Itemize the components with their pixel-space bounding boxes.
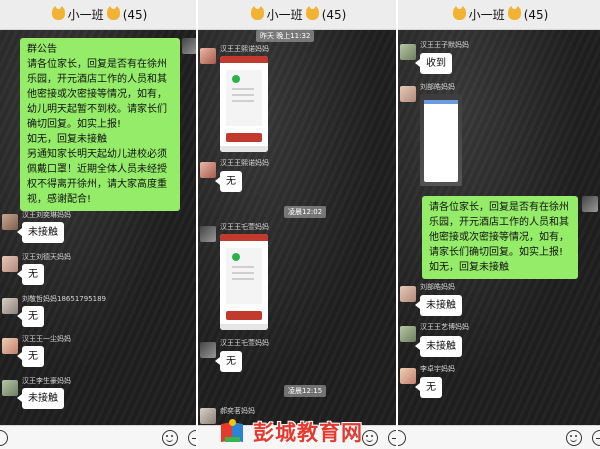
avatar[interactable]	[200, 342, 216, 358]
watermark-text: 彭城教育网	[253, 420, 363, 445]
sender-name: 郝奕茗妈妈	[220, 407, 255, 415]
timestamp: 昨天 晚上11:32	[256, 30, 315, 42]
cat-icon	[305, 6, 319, 20]
sender-name: 刘部皓妈妈	[420, 283, 455, 291]
chat-title-bar: 小一班 (45)	[398, 0, 600, 30]
member-count: (45)	[122, 7, 148, 22]
avatar[interactable]	[2, 338, 18, 354]
emoji-icon[interactable]	[162, 430, 178, 446]
chat-input-bar	[0, 425, 196, 449]
message-bubble[interactable]: 无	[17, 306, 44, 327]
group-title: 小一班	[468, 8, 505, 22]
image-message[interactable]	[420, 94, 462, 186]
avatar[interactable]	[200, 226, 216, 242]
sender-name: 刘部皓妈妈	[420, 83, 455, 91]
group-title: 小一班	[67, 8, 104, 22]
chat-panel-2: 小一班 (45) 昨天 晚上11:32 汉王王熙诺妈妈 汉王王熙诺妈妈 无 凌晨…	[198, 0, 396, 449]
avatar[interactable]	[400, 44, 416, 60]
avatar[interactable]	[200, 48, 216, 64]
chat-panel-1: 小一班 (45) 群公告 请各位家长，回复是否有在徐州乐园，开元酒店工作的人员和…	[0, 0, 196, 449]
cat-icon	[507, 6, 521, 20]
avatar[interactable]	[582, 196, 598, 212]
avatar[interactable]	[2, 380, 18, 396]
sender-name: 汉王王熙诺妈妈	[220, 45, 269, 53]
avatar[interactable]	[200, 408, 216, 424]
cat-icon	[106, 6, 120, 20]
chat-title-bar: 小一班 (45)	[0, 0, 196, 30]
message-bubble[interactable]: 无	[17, 264, 44, 285]
sender-name: 汉王王乇萱妈妈	[220, 339, 269, 347]
sender-name: 刘敬哲妈妈18651795189	[22, 295, 106, 303]
message-bubble[interactable]: 未接触	[415, 336, 462, 357]
message-bubble[interactable]: 无	[17, 346, 44, 367]
plus-icon[interactable]	[188, 430, 196, 446]
avatar[interactable]	[400, 286, 416, 302]
sender-name: 汉王刘德天妈妈	[22, 253, 71, 261]
message-bubble[interactable]: 未接触	[17, 388, 64, 409]
plus-icon[interactable]	[592, 430, 600, 446]
member-count: (45)	[523, 7, 549, 22]
sender-name: 汉王王熙诺妈妈	[220, 159, 269, 167]
sender-name: 汉王王乇萱妈妈	[220, 223, 269, 231]
message-bubble[interactable]: 无	[215, 171, 242, 192]
message-bubble[interactable]: 收到	[415, 53, 452, 74]
sender-name: 汉王李生豪妈妈	[22, 377, 71, 385]
emoji-icon[interactable]	[566, 430, 582, 446]
avatar[interactable]	[400, 326, 416, 342]
cat-icon	[452, 6, 466, 20]
quoted-announcement-bubble[interactable]: 请各位家长，回复是否有在徐州乐园，开元酒店工作的人员和其他密接或次密接等情况，如…	[422, 196, 578, 279]
sender-name: 汉王王一尘妈妈	[22, 335, 71, 343]
chat-panel-3: 小一班 (45) 汉王王子默妈妈 收到 刘部皓妈妈 请各位家长，回复是否有在徐州…	[398, 0, 600, 449]
sender-name: 李卓宇妈妈	[420, 365, 455, 373]
watermark-logo: 彭城教育网	[218, 418, 363, 446]
image-message[interactable]	[220, 56, 268, 152]
image-message[interactable]	[220, 234, 268, 330]
message-bubble[interactable]: 无	[415, 377, 442, 398]
chat-input-bar	[398, 425, 600, 449]
voice-icon[interactable]	[0, 430, 8, 446]
avatar[interactable]	[400, 86, 416, 102]
sender-name: 汉王王子默妈妈	[420, 41, 469, 49]
timestamp: 凌晨12:02	[284, 206, 327, 218]
cat-icon	[51, 6, 65, 20]
sender-name: 汉王王艺博妈妈	[420, 323, 469, 331]
plus-icon[interactable]	[388, 430, 396, 446]
group-title: 小一班	[266, 8, 303, 22]
avatar[interactable]	[2, 256, 18, 272]
avatar[interactable]	[2, 298, 18, 314]
timestamp: 凌晨12:15	[284, 385, 327, 397]
chat-title-bar: 小一班 (45)	[198, 0, 396, 30]
avatar[interactable]	[400, 368, 416, 384]
book-logo-icon	[218, 419, 248, 445]
message-bubble[interactable]: 未接触	[415, 295, 462, 316]
member-count: (45)	[321, 7, 347, 22]
message-bubble[interactable]: 未接触	[17, 222, 64, 243]
emoji-icon[interactable]	[362, 430, 378, 446]
sender-name: 汉王刘奕琳妈妈	[22, 211, 71, 219]
voice-icon[interactable]	[398, 430, 406, 446]
message-bubble[interactable]: 无	[215, 351, 242, 372]
avatar[interactable]	[200, 162, 216, 178]
avatar[interactable]	[182, 38, 196, 54]
announcement-bubble[interactable]: 群公告 请各位家长，回复是否有在徐州乐园，开元酒店工作的人员和其他密接或次密接等…	[20, 38, 180, 211]
cat-icon	[250, 6, 264, 20]
avatar[interactable]	[2, 214, 18, 230]
